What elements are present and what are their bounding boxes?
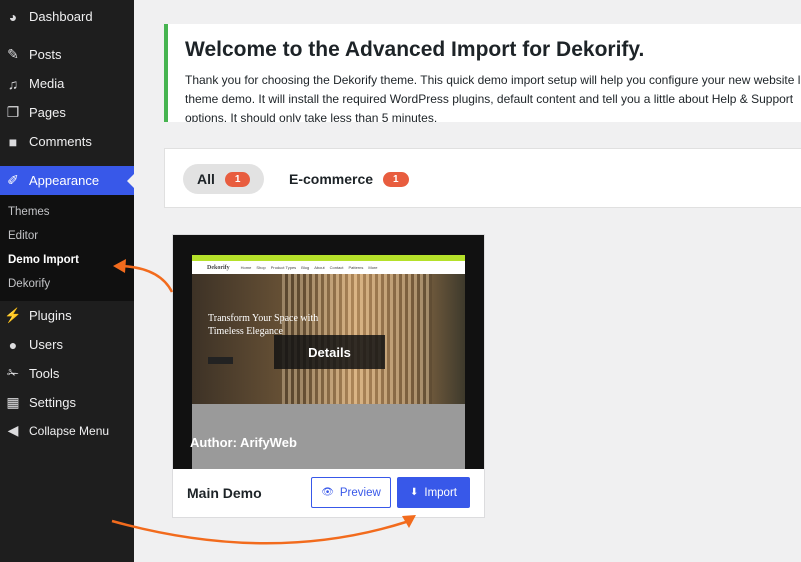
tab-ecommerce[interactable]: E-commerce 1	[275, 164, 423, 194]
admin-sidebar: ◕ Dashboard ✎ Posts ♫ Media ❐ Pages ■ Comment…	[0, 0, 134, 562]
submenu-dekorify[interactable]: Dekorify	[8, 278, 50, 290]
download-icon: ⬇	[410, 487, 419, 498]
collapse-icon: ◀	[7, 422, 19, 438]
menu-posts[interactable]: ✎ Posts	[0, 40, 134, 69]
submenu-themes[interactable]: Themes	[8, 206, 50, 218]
filter-bar: All 1 E-commerce 1	[164, 148, 801, 208]
count-badge: 1	[383, 171, 409, 187]
user-icon: ●	[8, 336, 18, 353]
welcome-text: Thank you for choosing the Dekorify them…	[185, 73, 801, 122]
page-title: Welcome to the Advanced Import for Dekor…	[185, 38, 645, 61]
import-button[interactable]: ⬇ Import	[397, 477, 470, 508]
menu-tools[interactable]: ✁ Tools	[0, 359, 134, 388]
details-overlay[interactable]: Details	[274, 335, 385, 369]
demo-name: Main Demo	[187, 485, 262, 501]
menu-comments[interactable]: ■ Comments	[0, 127, 134, 156]
preview-button[interactable]: 👁 Preview	[311, 477, 391, 508]
menu-users[interactable]: ● Users	[0, 330, 134, 359]
menu-media[interactable]: ♫ Media	[0, 69, 134, 98]
dashboard-icon: ◕	[8, 8, 18, 25]
appearance-submenu: Themes Editor Demo Import Dekorify	[0, 195, 134, 301]
media-icon: ♫	[7, 75, 19, 92]
count-badge: 1	[224, 171, 251, 187]
menu-settings[interactable]: ▦ Settings	[0, 388, 134, 417]
preview-nav: Dekorify Home Shop Product Types Blog About C…	[192, 261, 465, 274]
demo-thumbnail[interactable]: Dekorify Home Shop Product Types Blog About C…	[173, 235, 484, 469]
eye-icon: 👁	[321, 487, 334, 498]
submenu-editor[interactable]: Editor	[8, 230, 38, 242]
demo-author: Author: ArifyWeb	[190, 435, 297, 450]
comment-icon: ■	[8, 133, 18, 150]
menu-pages[interactable]: ❐ Pages	[0, 98, 134, 127]
welcome-panel: Welcome to the Advanced Import for Dekor…	[164, 24, 801, 122]
menu-plugins[interactable]: ⚡ Plugins	[0, 301, 134, 330]
arrow-to-import-button	[111, 519, 407, 545]
brush-icon: ✐	[7, 172, 19, 188]
tab-all[interactable]: All 1	[183, 164, 265, 194]
demo-card: Dekorify Home Shop Product Types Blog About C…	[172, 234, 485, 518]
menu-collapse[interactable]: ◀ Collapse Menu	[0, 416, 134, 445]
pin-icon: ✎	[7, 46, 19, 62]
settings-icon: ▦	[6, 394, 20, 410]
submenu-demo-import[interactable]: Demo Import	[8, 254, 79, 266]
wrench-icon: ✁	[7, 365, 19, 381]
pages-icon: ❐	[6, 104, 20, 120]
plugin-icon: ⚡	[4, 307, 22, 323]
menu-appearance[interactable]: ✐ Appearance	[0, 166, 134, 195]
menu-dashboard[interactable]: ◕ Dashboard	[0, 2, 134, 31]
